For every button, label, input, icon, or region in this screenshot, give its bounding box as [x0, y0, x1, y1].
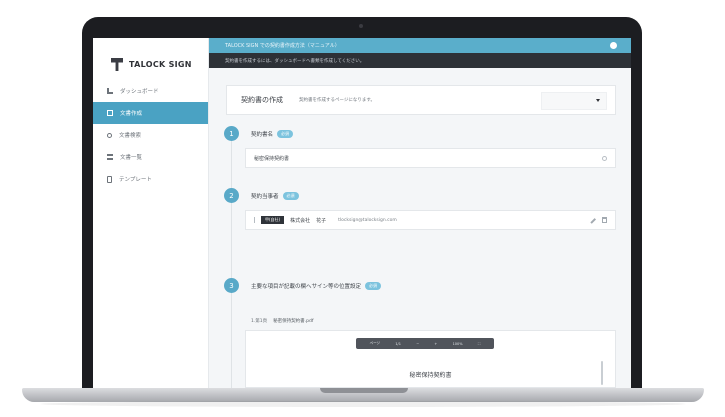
sidebar-item-label: 文書検索: [119, 133, 142, 139]
sidebar-item-dashboard[interactable]: ダッシュボード: [93, 80, 208, 102]
contract-name-field[interactable]: 秘密保持契約書: [245, 148, 616, 168]
sidebar: TALOCK SIGN ダッシュボード 文書作成 文書検索 文書一覧 テンプレー…: [93, 38, 209, 388]
photo-stage: TALOCK SIGN ダッシュボード 文書作成 文書検索 文書一覧 テンプレー…: [0, 0, 725, 417]
laptop-bezel: TALOCK SIGN ダッシュボード 文書作成 文書検索 文書一覧 テンプレー…: [82, 17, 642, 395]
notice-text: 契約書を作成するには、ダッシュボードへ書類を作成してください。: [225, 58, 365, 64]
logo[interactable]: TALOCK SIGN: [93, 38, 208, 78]
file-tab[interactable]: 1.第1頁 秘密保持契約書.pdf: [251, 318, 313, 324]
file-tab-label: 1.第1頁: [251, 319, 268, 324]
sidebar-item-label: 文書一覧: [120, 155, 143, 161]
signer-name: 花子: [316, 217, 327, 224]
step-number: 3: [224, 278, 239, 293]
logo-text: TALOCK SIGN: [129, 60, 192, 69]
signer-row[interactable]: 甲(自社) 株式会社 花子 tlocksign@talocksign.com: [245, 210, 616, 230]
zoom-out-button[interactable]: −: [416, 342, 419, 346]
user-menu-icon[interactable]: [610, 42, 617, 49]
sidebar-item-list[interactable]: 文書一覧: [93, 146, 208, 168]
viewer-page-count: 1/1: [395, 341, 401, 346]
signer-email: tlocksign@talocksign.com: [338, 217, 397, 223]
page-title: 契約書の作成: [241, 96, 283, 104]
required-badge: 必須: [277, 130, 294, 138]
app-screen: TALOCK SIGN ダッシュボード 文書作成 文書検索 文書一覧 テンプレー…: [93, 38, 631, 388]
step-number: 1: [224, 126, 239, 141]
party-chip: 甲(自社): [261, 216, 285, 224]
step-label-signature-position: 主要な項目が記載の欄へサイン等の位置設定 必須: [251, 282, 382, 290]
document-title: 秘密保持契約書: [409, 372, 452, 379]
contract-name-value: 秘密保持契約書: [254, 155, 290, 162]
sidebar-item-label: 文書作成: [120, 111, 143, 117]
clear-icon[interactable]: [602, 156, 607, 161]
signer-company: 株式会社: [290, 217, 311, 224]
delete-icon[interactable]: [602, 217, 607, 223]
sidebar-item-create[interactable]: 文書作成: [93, 102, 208, 124]
step-timeline: [231, 128, 232, 388]
sidebar-item-search[interactable]: 文書検索: [93, 124, 208, 146]
edit-icon[interactable]: [590, 218, 596, 224]
step-title: 契約書名: [251, 132, 274, 138]
template-icon: [107, 175, 112, 183]
camera-icon: [359, 24, 363, 28]
main-content: 契約書の作成 契約書を作成するページになります。 1 契約書名 必須 秘密保持契…: [209, 68, 631, 388]
step-title: 契約当事者: [251, 194, 279, 200]
laptop-shadow: [40, 401, 686, 407]
drag-handle-icon[interactable]: [254, 217, 255, 223]
row-actions: [590, 217, 607, 224]
caret-down-icon: [596, 99, 600, 102]
sidebar-item-template[interactable]: テンプレート: [93, 168, 208, 190]
page-subtitle: 契約書を作成するページになります。: [299, 98, 375, 103]
sidebar-nav: ダッシュボード 文書作成 文書検索 文書一覧 テンプレート: [93, 80, 208, 190]
notice-bar: 契約書を作成するには、ダッシュボードへ書類を作成してください。: [209, 53, 631, 68]
zoom-level[interactable]: 100%: [453, 342, 463, 346]
step-number: 2: [224, 188, 239, 203]
zoom-in-button[interactable]: +: [434, 342, 437, 346]
sidebar-item-label: テンプレート: [119, 177, 152, 183]
template-select[interactable]: [541, 92, 607, 110]
step-title: 主要な項目が記載の欄へサイン等の位置設定: [251, 284, 362, 290]
manual-link[interactable]: TALOCK SIGN での契約書作成方法（マニュアル）: [225, 42, 340, 49]
viewer-page-label: ページ: [369, 341, 381, 345]
document-viewer[interactable]: ページ 1/1 − + 100% ⛶ 秘密保持契約書: [245, 330, 616, 388]
page-header: 契約書の作成 契約書を作成するページになります。: [226, 85, 616, 115]
step-label-contract-name: 契約書名 必須: [251, 130, 294, 138]
logo-icon: [111, 58, 123, 71]
document-icon: [107, 110, 113, 116]
fullscreen-icon[interactable]: ⛶: [478, 342, 480, 346]
list-icon: [107, 154, 113, 160]
laptop-notch: [320, 388, 408, 393]
search-icon: [107, 132, 112, 138]
required-badge: 必須: [365, 282, 382, 290]
top-bar: TALOCK SIGN での契約書作成方法（マニュアル）: [209, 38, 631, 53]
required-badge: 必須: [282, 192, 299, 200]
step-label-parties: 契約当事者 必須: [251, 192, 299, 200]
file-tab-name: 秘密保持契約書.pdf: [273, 319, 314, 324]
viewer-scrollbar[interactable]: [601, 361, 603, 385]
viewer-toolbar: ページ 1/1 − + 100% ⛶: [356, 338, 494, 349]
dashboard-icon: [107, 88, 113, 94]
sidebar-item-label: ダッシュボード: [120, 89, 159, 95]
